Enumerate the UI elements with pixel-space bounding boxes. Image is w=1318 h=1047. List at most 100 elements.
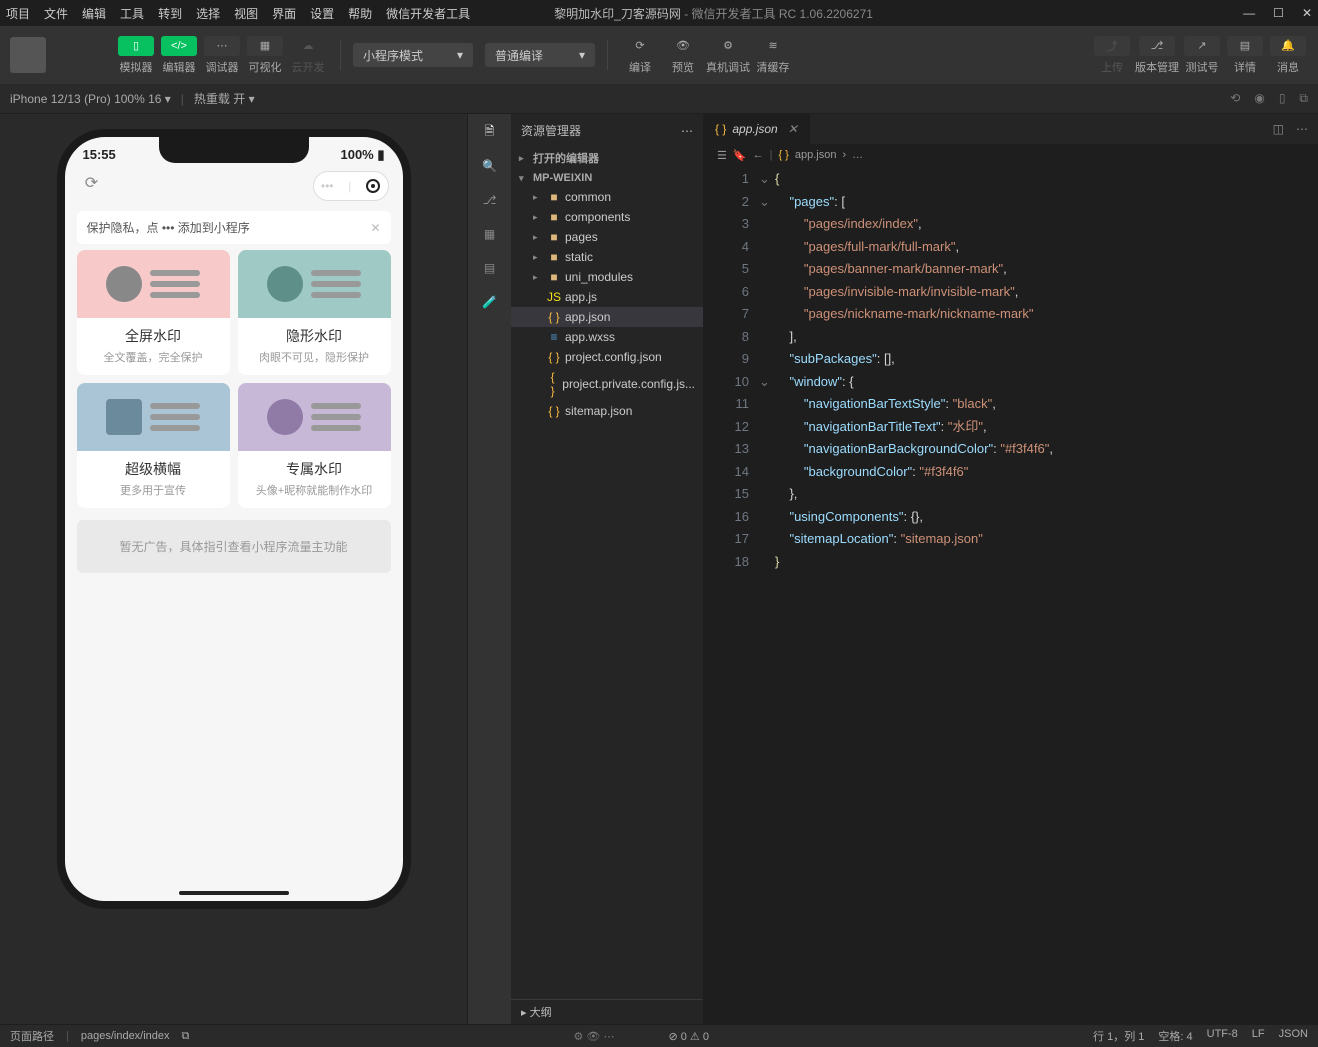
titlebar: 项目 文件 编辑 工具 转到 选择 视图 界面 设置 帮助 微信开发者工具 黎明…	[0, 0, 1318, 26]
clearcache-button[interactable]: ≋清缓存	[753, 36, 793, 75]
sim-actions[interactable]: ⚙ 👁 ⋯	[574, 1030, 615, 1043]
editor-button[interactable]: </>编辑器	[159, 36, 199, 75]
realdebug-button[interactable]: ⚙真机调试	[706, 36, 750, 75]
activity-bar: 🗎 🔍 ⎇ ▦ ▤ 🧪	[467, 114, 511, 1024]
device-icon[interactable]: ▯	[1279, 91, 1286, 106]
minimize-icon[interactable]: —	[1243, 6, 1255, 20]
cursor-pos[interactable]: 行 1，列 1	[1093, 1028, 1144, 1044]
popout-icon[interactable]: ⧉	[1299, 91, 1308, 106]
menu-view[interactable]: 视图	[234, 5, 258, 22]
cloud-button[interactable]: ☁云开发	[288, 36, 328, 75]
close-tip-icon[interactable]: ✕	[370, 221, 380, 235]
editor-tabs: { }app.json✕ ◫ ⋯	[703, 114, 1318, 144]
upload-button[interactable]: ⤴上传	[1092, 36, 1132, 75]
reload-icon[interactable]: ⟳	[79, 173, 105, 199]
explorer-panel: 资源管理器 ⋯ ▸打开的编辑器 ▾MP-WEIXIN ▸■common ▸■com…	[511, 114, 703, 1024]
folder-pages[interactable]: ▸■pages	[511, 227, 703, 247]
message-button[interactable]: 🔔消息	[1268, 36, 1308, 75]
search-icon[interactable]: 🔍	[480, 156, 500, 176]
card-fullscreen[interactable]: 全屏水印全文覆盖，完全保护	[77, 250, 230, 375]
mode-dropdown[interactable]: 小程序模式▾	[353, 43, 473, 67]
menu-devtools[interactable]: 微信开发者工具	[386, 5, 470, 22]
folder-components[interactable]: ▸■components	[511, 207, 703, 227]
file-projectconfig[interactable]: { }project.config.json	[511, 347, 703, 367]
menu-help[interactable]: 帮助	[348, 5, 372, 22]
record-icon[interactable]: ◉	[1254, 91, 1264, 106]
preview-button[interactable]: 👁预览	[663, 36, 703, 75]
branch-icon[interactable]: ⎇	[480, 190, 500, 210]
testnum-button[interactable]: ↗测试号	[1182, 36, 1222, 75]
card-banner[interactable]: 超级横幅更多用于宣传	[77, 383, 230, 508]
file-sitemap[interactable]: { }sitemap.json	[511, 401, 703, 421]
split-icon[interactable]: ◫	[1273, 122, 1284, 136]
device-bar: iPhone 12/13 (Pro) 100% 16 ▾ | 热重载 开 ▾ ⟲…	[0, 84, 1318, 114]
project-root[interactable]: ▾MP-WEIXIN	[511, 169, 703, 187]
folder-common[interactable]: ▸■common	[511, 187, 703, 207]
tab-close-icon[interactable]: ✕	[788, 122, 798, 136]
menu-tools[interactable]: 工具	[120, 5, 144, 22]
tab-appjson[interactable]: { }app.json✕	[703, 114, 810, 144]
phone-notch	[159, 137, 309, 163]
ad-placeholder: 暂无广告，具体指引查看小程序流量主功能	[77, 520, 391, 573]
debug-icon[interactable]: ▤	[480, 258, 500, 278]
bookmark-icon[interactable]: 🔖	[733, 149, 747, 162]
file-tree: ▸打开的编辑器 ▾MP-WEIXIN ▸■common ▸■components…	[511, 147, 703, 999]
file-appjson[interactable]: { }app.json	[511, 307, 703, 327]
privacy-tip[interactable]: 保护隐私，点 ••• 添加到小程序✕	[77, 211, 391, 244]
open-editors[interactable]: ▸打开的编辑器	[511, 147, 703, 169]
close-icon[interactable]: ✕	[1302, 6, 1312, 20]
menu-goto[interactable]: 转到	[158, 5, 182, 22]
visualize-button[interactable]: ▦可视化	[245, 36, 285, 75]
status-bar: 页面路径| pages/index/index⧉ ⚙ 👁 ⋯ ⊘ 0 ⚠ 0 行…	[0, 1024, 1318, 1047]
copy-icon[interactable]: ⧉	[182, 1030, 190, 1043]
detail-button[interactable]: ▤详情	[1225, 36, 1265, 75]
lang[interactable]: JSON	[1279, 1028, 1308, 1044]
card-nickname[interactable]: 专属水印头像+昵称就能制作水印	[238, 383, 391, 508]
version-button[interactable]: ⎇版本管理	[1135, 36, 1179, 75]
menu-select[interactable]: 选择	[196, 5, 220, 22]
avatar[interactable]	[10, 37, 46, 73]
app-title: 黎明加水印_刀客源码网 - 微信开发者工具 RC 1.06.2206271	[554, 5, 1229, 22]
spaces[interactable]: 空格: 4	[1158, 1028, 1192, 1044]
lab-icon[interactable]: 🧪	[480, 292, 500, 312]
debugger-button[interactable]: ⋯调试器	[202, 36, 242, 75]
device-select[interactable]: iPhone 12/13 (Pro) 100% 16 ▾	[10, 92, 171, 106]
file-appwxss[interactable]: ≡app.wxss	[511, 327, 703, 347]
more-icon[interactable]: ⋯	[1296, 122, 1308, 136]
menu-settings[interactable]: 设置	[310, 5, 334, 22]
folder-static[interactable]: ▸■static	[511, 247, 703, 267]
breadcrumb[interactable]: ☰ 🔖 ← | { }app.json›…	[703, 144, 1318, 166]
code-area[interactable]: 123456789101112131415161718 ⌄⌄ ⌄ { "page…	[703, 166, 1318, 1024]
page-path[interactable]: pages/index/index	[81, 1030, 170, 1042]
problems[interactable]: ⊘ 0 ⚠ 0	[668, 1030, 708, 1043]
encoding[interactable]: UTF-8	[1207, 1028, 1238, 1044]
menu-project[interactable]: 项目	[6, 5, 30, 22]
ext-icon[interactable]: ▦	[480, 224, 500, 244]
maximize-icon[interactable]: ☐	[1273, 6, 1284, 20]
menu-edit[interactable]: 编辑	[82, 5, 106, 22]
capsule-button[interactable]: •••|	[313, 171, 389, 201]
file-projectprivate[interactable]: { }project.private.config.js...	[511, 367, 703, 401]
editor-panel: { }app.json✕ ◫ ⋯ ☰ 🔖 ← | { }app.json›… 12…	[703, 114, 1318, 1024]
simulator-button[interactable]: ▯模拟器	[116, 36, 156, 75]
toolbar: ▯模拟器 </>编辑器 ⋯调试器 ▦可视化 ☁云开发 小程序模式▾ 普通编译▾ …	[0, 26, 1318, 84]
folder-unimodules[interactable]: ▸■uni_modules	[511, 267, 703, 287]
eol[interactable]: LF	[1252, 1028, 1265, 1044]
list-icon[interactable]: ☰	[717, 149, 727, 162]
explorer-more-icon[interactable]: ⋯	[681, 124, 693, 138]
compilemode-dropdown[interactable]: 普通编译▾	[485, 43, 595, 67]
back-icon[interactable]: ←	[753, 149, 764, 161]
compile-button[interactable]: ⟳编译	[620, 36, 660, 75]
menu-file[interactable]: 文件	[44, 5, 68, 22]
explorer-icon[interactable]: 🗎	[480, 122, 500, 142]
outline-section[interactable]: ▸ 大纲	[511, 999, 703, 1024]
card-invisible[interactable]: 隐形水印肉眼不可见，隐形保护	[238, 250, 391, 375]
menu-interface[interactable]: 界面	[272, 5, 296, 22]
phone-frame: 15:55 100% ▮ ⟳ •••| 保护隐私，点 ••• 添加到小程序✕ 全…	[57, 129, 411, 909]
explorer-title: 资源管理器	[521, 122, 581, 139]
rotate-icon[interactable]: ⟲	[1230, 91, 1240, 106]
simulator-panel: 15:55 100% ▮ ⟳ •••| 保护隐私，点 ••• 添加到小程序✕ 全…	[0, 114, 467, 1024]
hotreload-toggle[interactable]: 热重载 开 ▾	[194, 90, 255, 107]
home-indicator	[179, 891, 289, 895]
file-appjs[interactable]: JSapp.js	[511, 287, 703, 307]
